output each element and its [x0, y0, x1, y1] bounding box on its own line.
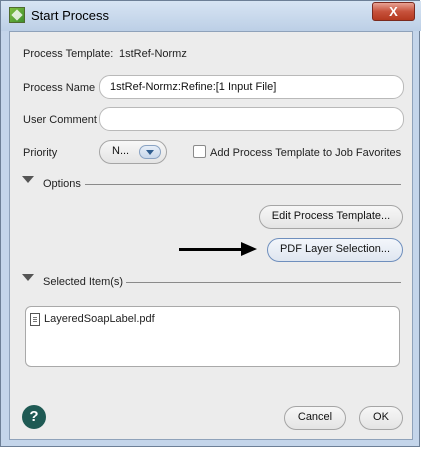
dialog-body: Process Template: 1stRef-Normz Process N…	[9, 31, 413, 440]
edit-process-template-button[interactable]: Edit Process Template...	[259, 205, 403, 229]
priority-label: Priority	[23, 147, 58, 159]
user-comment-input[interactable]	[99, 107, 404, 131]
ok-button[interactable]: OK	[359, 406, 403, 430]
app-icon	[9, 7, 25, 23]
close-button[interactable]: X	[372, 2, 415, 21]
user-comment-label: User Comment	[23, 114, 97, 126]
selected-items-list[interactable]: LayeredSoapLabel.pdf	[25, 306, 400, 367]
process-name-label: Process Name	[23, 82, 96, 94]
annotation-arrow-shaft	[179, 248, 241, 251]
process-template-label: Process Template:	[23, 48, 114, 60]
priority-value: N...	[112, 145, 130, 157]
favorites-label[interactable]: Add Process Template to Job Favorites	[210, 147, 401, 159]
list-item-label: LayeredSoapLabel.pdf	[44, 313, 155, 325]
arrow-right-icon	[241, 242, 257, 256]
chevron-down-icon	[139, 145, 161, 159]
title-bar[interactable]: Start Process X	[1, 1, 421, 31]
options-collapse-icon[interactable]	[22, 176, 34, 183]
window-title: Start Process	[31, 8, 110, 23]
options-divider	[85, 184, 401, 185]
favorites-checkbox[interactable]	[193, 145, 206, 158]
selected-items-collapse-icon[interactable]	[22, 274, 34, 281]
selected-items-divider	[126, 282, 401, 283]
cancel-button[interactable]: Cancel	[284, 406, 346, 430]
pdf-layer-selection-button[interactable]: PDF Layer Selection...	[267, 238, 403, 262]
selected-items-header: Selected Item(s)	[43, 276, 124, 288]
options-header: Options	[43, 178, 81, 190]
start-process-dialog: Start Process X Process Template: 1stRef…	[0, 0, 421, 447]
process-template-value: 1stRef-Normz	[119, 48, 187, 60]
process-name-input[interactable]: 1stRef-Normz:Refine:[1 Input File]	[99, 75, 404, 99]
priority-select[interactable]: N...	[99, 140, 167, 164]
file-icon	[30, 313, 40, 326]
help-button[interactable]: ?	[22, 405, 46, 429]
